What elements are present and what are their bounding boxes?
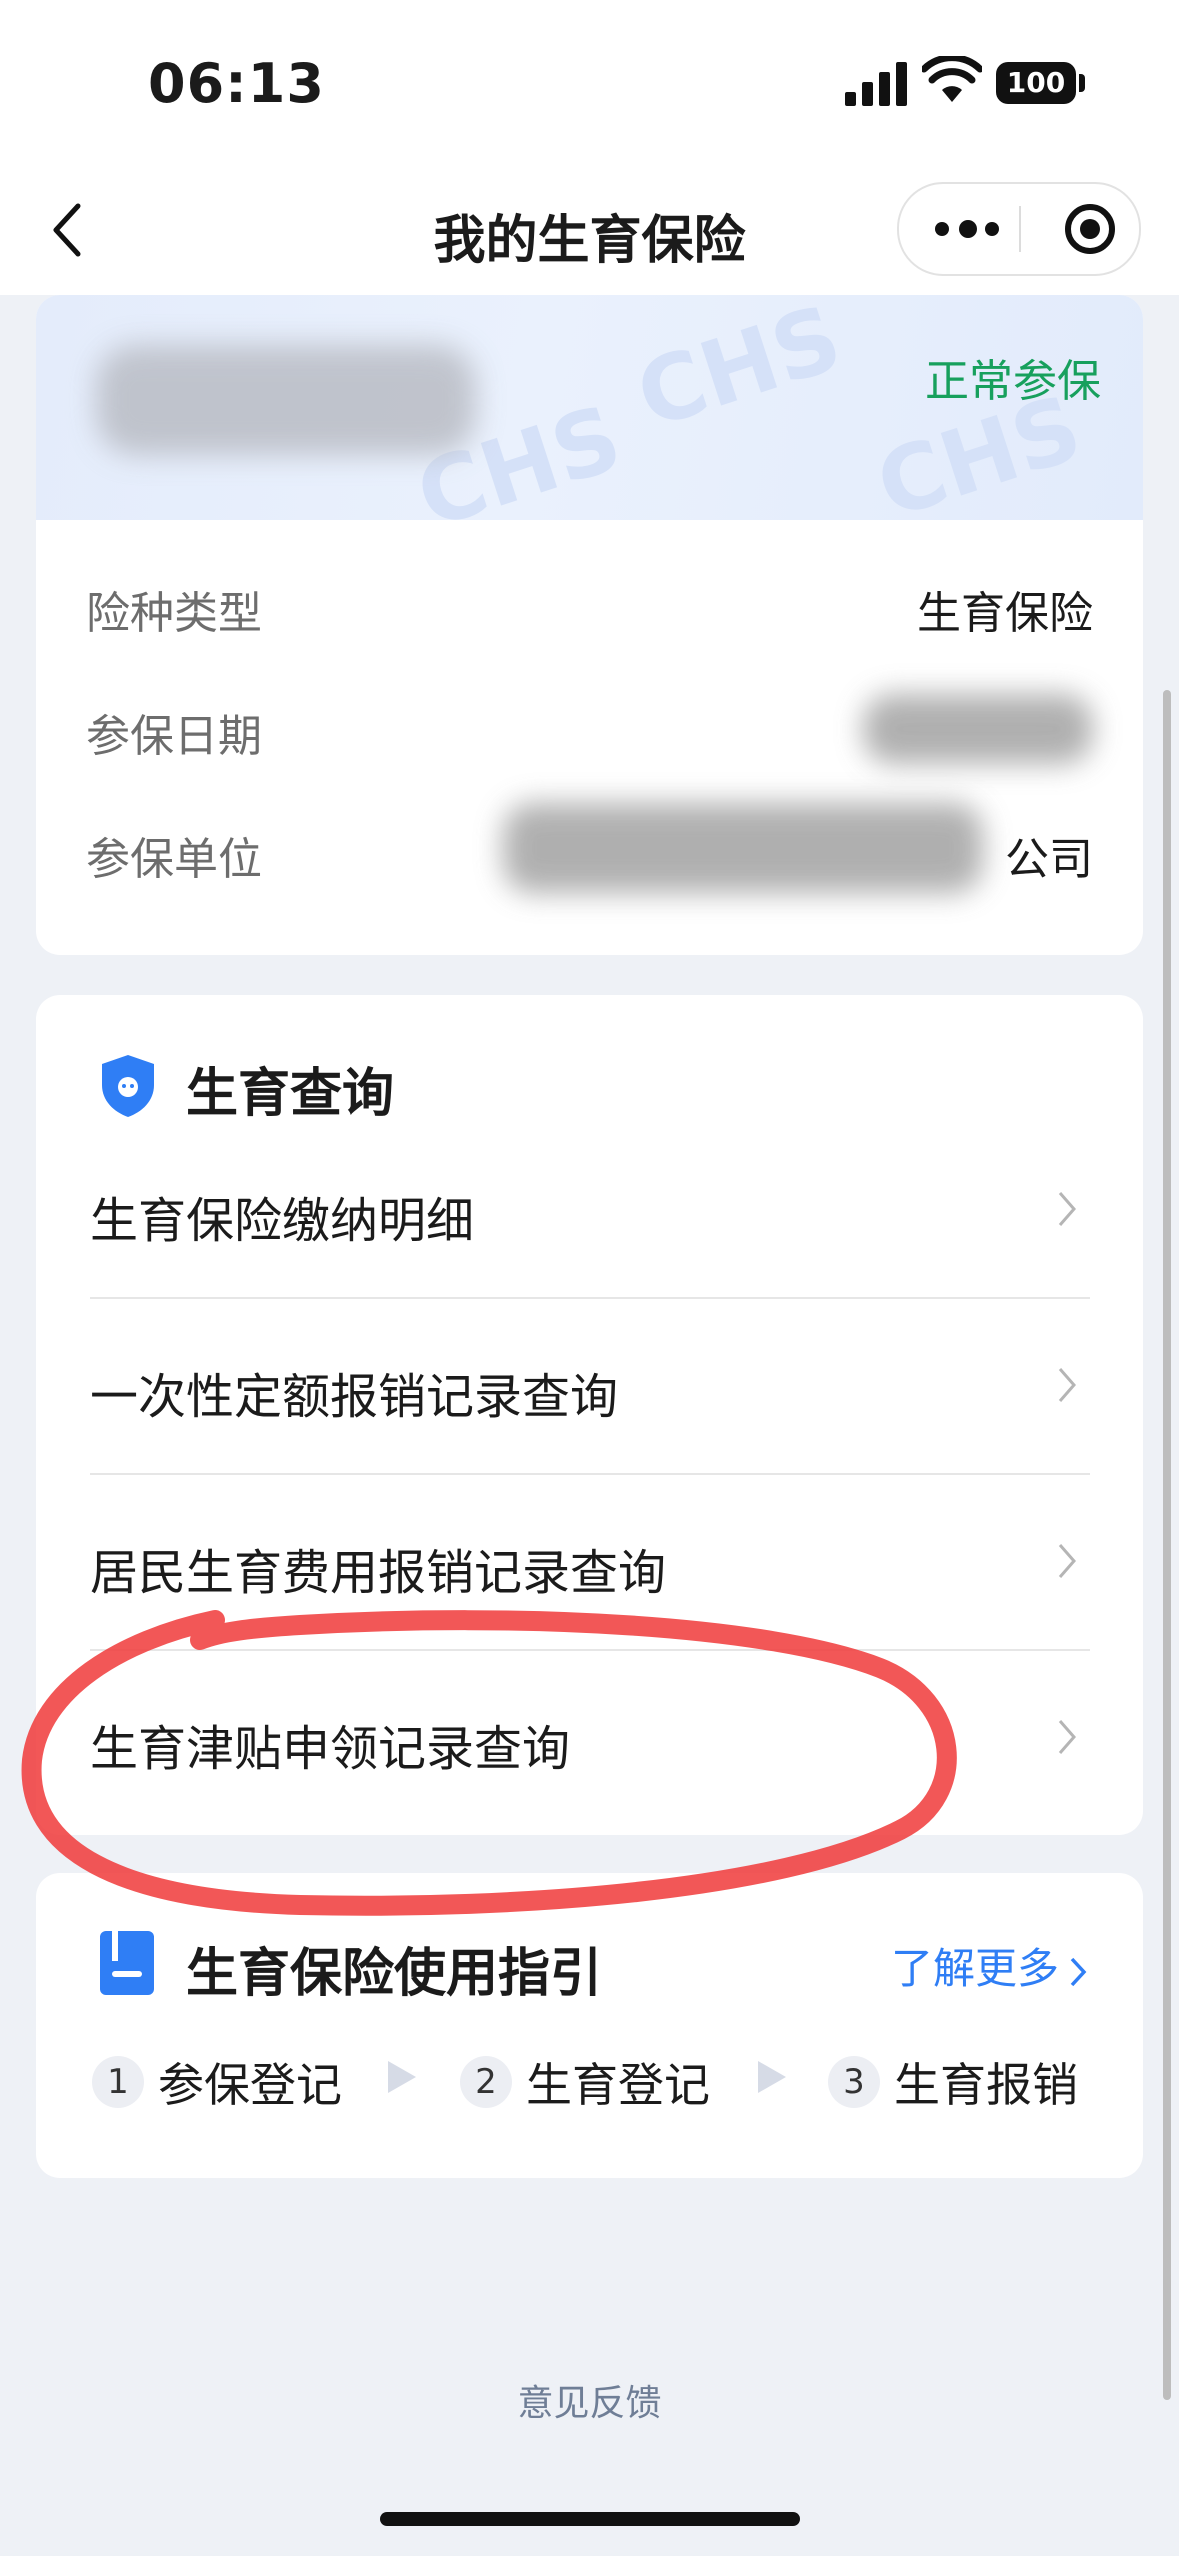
nav-bar: 我的生育保险 (0, 160, 1179, 295)
chevron-right-icon (1058, 1192, 1076, 1226)
cellular-signal-icon (845, 60, 907, 106)
wifi-icon (922, 56, 982, 102)
info-row-enroll-date: 参保日期 (86, 694, 1093, 770)
info-value: 生育保险 (917, 588, 1093, 639)
menu-item-contribution-details[interactable]: 生育保险缴纳明细 (90, 1123, 1090, 1299)
guide-step[interactable]: 3 生育报销 (828, 2049, 1078, 2112)
step-arrow-icon (388, 2061, 416, 2093)
menu-item-label: 一次性定额报销记录查询 (90, 1369, 619, 1425)
menu-item-label: 生育保险缴纳明细 (90, 1193, 475, 1249)
chevron-right-icon (1058, 1368, 1076, 1402)
menu-item-allowance-records[interactable]: 生育津贴申领记录查询 (90, 1651, 1090, 1827)
status-time: 06:13 (148, 52, 325, 115)
redacted-date (863, 694, 1093, 764)
usage-guide-card: 生育保险使用指引 了解更多 1 参保登记 2 生育登记 3 生育报销 (36, 1873, 1143, 2178)
maternity-query-card: 生育查询 生育保险缴纳明细 一次性定额报销记录查询 居民生育费用报销记录查询 生… (36, 995, 1143, 1835)
info-row-employer: 参保单位 公司 (86, 803, 1093, 893)
step-label: 生育登记 (526, 2058, 710, 2112)
redacted-employer (503, 803, 983, 893)
home-indicator[interactable] (380, 2512, 800, 2526)
more-options-icon[interactable] (933, 184, 1003, 274)
section-title: 生育保险使用指引 (186, 1944, 603, 2004)
section-title: 生育查询 (186, 1064, 395, 1124)
status-bar: 06:13 100 (0, 0, 1179, 160)
menu-item-label: 生育津贴申领记录查询 (90, 1721, 571, 1777)
info-row-insurance-type: 险种类型 生育保险 (86, 577, 1093, 647)
step-arrow-icon (758, 2061, 786, 2093)
chevron-right-icon (1058, 1720, 1076, 1754)
book-icon (100, 1931, 154, 1995)
info-label: 参保单位 (86, 834, 262, 885)
menu-item-resident-expense-records[interactable]: 居民生育费用报销记录查询 (90, 1475, 1090, 1651)
info-label: 险种类型 (86, 588, 262, 639)
shield-icon (102, 1055, 154, 1117)
info-label: 参保日期 (86, 711, 262, 762)
step-label: 生育报销 (894, 2058, 1078, 2112)
learn-more-label: 了解更多 (890, 1944, 1059, 1993)
step-number: 3 (828, 2056, 880, 2108)
close-mini-program-icon[interactable] (1065, 204, 1115, 254)
step-number: 1 (92, 2056, 144, 2108)
step-label: 参保登记 (158, 2058, 342, 2112)
insurance-info-card: CHS CHS CHS 正常参保 险种类型 生育保险 参保日期 参保单位 公司 (36, 295, 1143, 955)
watermark-logo: CHS (624, 295, 854, 450)
learn-more-link[interactable]: 了解更多 (891, 1935, 1087, 1996)
chevron-right-icon (1070, 1957, 1087, 1986)
capsule-divider (1019, 206, 1021, 252)
battery-tip (1079, 74, 1085, 92)
redacted-name (96, 345, 476, 455)
info-card-header: CHS CHS CHS 正常参保 (36, 295, 1143, 549)
chevron-right-icon (1058, 1544, 1076, 1578)
battery-icon: 100 (996, 62, 1076, 104)
guide-step[interactable]: 2 生育登记 (460, 2049, 710, 2112)
menu-item-lump-sum-records[interactable]: 一次性定额报销记录查询 (90, 1299, 1090, 1475)
menu-item-label: 居民生育费用报销记录查询 (90, 1545, 667, 1601)
enrollment-status: 正常参保 (925, 356, 1101, 407)
info-value: 公司 (1005, 834, 1093, 885)
feedback-link[interactable]: 意见反馈 (0, 2374, 1179, 2426)
guide-step[interactable]: 1 参保登记 (92, 2049, 342, 2112)
scrollbar[interactable] (1163, 690, 1171, 2400)
mini-program-capsule (897, 182, 1141, 276)
step-number: 2 (460, 2056, 512, 2108)
